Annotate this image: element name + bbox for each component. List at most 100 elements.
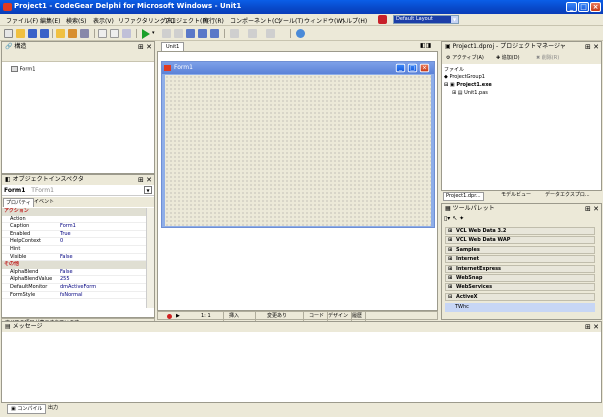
run-dropdown-icon[interactable]: ▾ bbox=[152, 30, 155, 36]
menu-project[interactable]: プロジェクト(P) bbox=[164, 16, 208, 25]
tab-model-view[interactable]: モデルビュー bbox=[499, 192, 533, 199]
property-row[interactable]: Hint bbox=[2, 246, 146, 254]
palette-category[interactable]: ⊞ VCL Web Data 3.2 bbox=[445, 227, 595, 235]
remove-file-icon[interactable] bbox=[80, 29, 89, 38]
panel-close-icon[interactable]: ⊞ ✕ bbox=[585, 322, 599, 332]
tab-output[interactable]: 出力 bbox=[45, 404, 61, 412]
back-icon[interactable] bbox=[230, 29, 239, 38]
remove-button[interactable]: ✖ 削除(R) bbox=[536, 52, 559, 64]
tab-design[interactable]: デザイン bbox=[325, 312, 353, 321]
property-row[interactable]: AlphaBlendValue 255 bbox=[2, 276, 146, 284]
open-icon[interactable] bbox=[16, 29, 25, 38]
menu-edit[interactable]: 編集(E) bbox=[40, 16, 60, 25]
palette-category[interactable]: ⊞ InternetExpress bbox=[445, 264, 595, 273]
maximize-button[interactable]: □ bbox=[578, 2, 589, 12]
minimize-button[interactable]: _ bbox=[566, 2, 577, 12]
tab-properties[interactable]: プロパティ bbox=[3, 198, 34, 207]
menu-help[interactable]: ヘルプ(H) bbox=[340, 16, 367, 25]
palette-component-twhc[interactable]: TWhc bbox=[445, 303, 595, 313]
tab-unit1[interactable]: Unit1 bbox=[161, 42, 185, 51]
property-row[interactable]: Caption Form1 bbox=[2, 223, 146, 231]
play-icon[interactable]: ▶ bbox=[176, 313, 180, 319]
activate-button[interactable]: ⚙ アクティブ(A) bbox=[446, 52, 484, 64]
property-name: DefaultMonitor bbox=[10, 284, 48, 290]
palette-category[interactable]: ⊟ ActiveX bbox=[445, 292, 595, 301]
palette-category[interactable]: ⊞ VCL Web Data WAP bbox=[445, 236, 595, 245]
property-value[interactable]: True bbox=[60, 231, 71, 238]
tab-project-files[interactable]: Project1.dpr... bbox=[443, 192, 484, 201]
object-selector[interactable]: Form1 TForm1 ▼ bbox=[2, 185, 154, 196]
tool-palette: ▦ ツールパレット ⊞ ✕ ▯▾ ↖ ✦ ⊞ VCL Web Data 3.2 ⊞ V… bbox=[441, 203, 602, 320]
panel-close-icon[interactable]: ⊞ ✕ bbox=[585, 42, 599, 52]
menu-search[interactable]: 検索(S) bbox=[66, 16, 87, 25]
palette-category[interactable]: ⊞ Internet bbox=[445, 255, 595, 264]
property-value[interactable]: 255 bbox=[60, 276, 70, 283]
tree-project-group[interactable]: ◆ ProjectGroup1 bbox=[444, 74, 485, 80]
property-value[interactable]: False bbox=[60, 254, 73, 261]
menu-component[interactable]: コンポーネント(C) bbox=[230, 16, 281, 25]
messages-icon: ▤ bbox=[5, 323, 11, 330]
property-value[interactable]: fsNormal bbox=[60, 292, 82, 299]
panel-close-icon[interactable]: ⊞ ✕ bbox=[138, 175, 152, 185]
save-all-icon[interactable] bbox=[40, 29, 49, 38]
palette-toolbar[interactable]: ▯▾ ↖ ✦ bbox=[444, 215, 464, 222]
view-form-icon[interactable] bbox=[110, 29, 119, 38]
editor-tab-nav-icon[interactable]: ◧◨ bbox=[420, 42, 438, 50]
close-button[interactable]: × bbox=[590, 2, 601, 12]
property-value[interactable]: False bbox=[60, 269, 73, 276]
palette-category[interactable]: ⊞ Samples bbox=[445, 245, 595, 254]
inspector-scrollbar[interactable] bbox=[146, 208, 154, 308]
tab-data-explorer[interactable]: データエクスプロ... bbox=[543, 192, 592, 199]
add-file-icon[interactable] bbox=[68, 29, 77, 38]
palette-category[interactable]: ⊞ WebServices bbox=[445, 283, 595, 292]
toggle-form-icon[interactable] bbox=[122, 29, 131, 38]
tree-item-form1[interactable]: Form1 bbox=[11, 66, 35, 73]
panel-close-icon[interactable]: ⊞ ✕ bbox=[585, 204, 599, 214]
form1-client-area[interactable] bbox=[165, 75, 431, 226]
add-button[interactable]: ✚ 追加(D) bbox=[496, 52, 520, 64]
menu-view[interactable]: 表示(V) bbox=[93, 16, 114, 25]
view-unit-icon[interactable] bbox=[98, 29, 107, 38]
record-icon[interactable] bbox=[167, 314, 172, 319]
property-value[interactable]: Form1 bbox=[60, 223, 76, 230]
tab-history[interactable]: 履歴 bbox=[349, 312, 367, 321]
layout-combo[interactable]: Default Layout ▼ bbox=[393, 15, 459, 24]
menu-run[interactable]: 実行(R) bbox=[203, 16, 224, 25]
property-row[interactable]: FormStyle fsNormal bbox=[2, 292, 146, 300]
step-icon[interactable] bbox=[174, 29, 183, 38]
tree-project-exe[interactable]: ⊟ ▣ Project1.exe bbox=[444, 82, 492, 88]
form1-caption: Form1 bbox=[174, 64, 193, 71]
chevron-down-icon: ▼ bbox=[451, 16, 458, 23]
run-to-cursor-icon[interactable] bbox=[210, 29, 219, 38]
run-icon[interactable] bbox=[142, 29, 150, 39]
property-row[interactable]: AlphaBlend False bbox=[2, 269, 146, 277]
menu-tools[interactable]: ツール(T) bbox=[277, 16, 303, 25]
palette-category[interactable]: ⊞ WebSnap bbox=[445, 274, 595, 282]
property-value[interactable]: 0 bbox=[60, 238, 63, 245]
new-icon[interactable] bbox=[4, 29, 13, 38]
tree-unit1[interactable]: ⊞ ▤ Unit1.pas bbox=[452, 90, 488, 96]
help-icon[interactable] bbox=[296, 29, 305, 38]
panel-close-icon[interactable]: ⊞ ✕ bbox=[138, 42, 152, 52]
property-category[interactable]: アクション bbox=[2, 208, 146, 216]
property-category[interactable]: その他 bbox=[2, 261, 146, 269]
property-row[interactable]: DefaultMonitor dmActiveForm bbox=[2, 284, 146, 292]
form1-window[interactable]: Form1 _ □ × bbox=[161, 61, 435, 228]
property-row[interactable]: HelpContext 0 bbox=[2, 238, 146, 246]
menu-window[interactable]: ウィンドウ(W) bbox=[304, 16, 345, 25]
property-value[interactable]: dmActiveForm bbox=[60, 284, 96, 291]
property-row[interactable]: Enabled True bbox=[2, 231, 146, 239]
forward-icon[interactable] bbox=[248, 29, 257, 38]
step-over-icon[interactable] bbox=[198, 29, 207, 38]
save-icon[interactable] bbox=[28, 29, 37, 38]
open-project-icon[interactable] bbox=[56, 29, 65, 38]
tab-events[interactable]: イベント bbox=[32, 198, 56, 207]
tab-compile[interactable]: ▣ コンパイル bbox=[7, 404, 47, 414]
trace-into-icon[interactable] bbox=[186, 29, 195, 38]
property-row[interactable]: Action bbox=[2, 216, 146, 224]
property-row[interactable]: Visible False bbox=[2, 254, 146, 262]
object-name: Form1 bbox=[4, 187, 26, 194]
menu-file[interactable]: ファイル(F) bbox=[6, 16, 38, 25]
pause-icon[interactable] bbox=[162, 29, 171, 38]
dropdown-icon[interactable] bbox=[266, 29, 275, 38]
